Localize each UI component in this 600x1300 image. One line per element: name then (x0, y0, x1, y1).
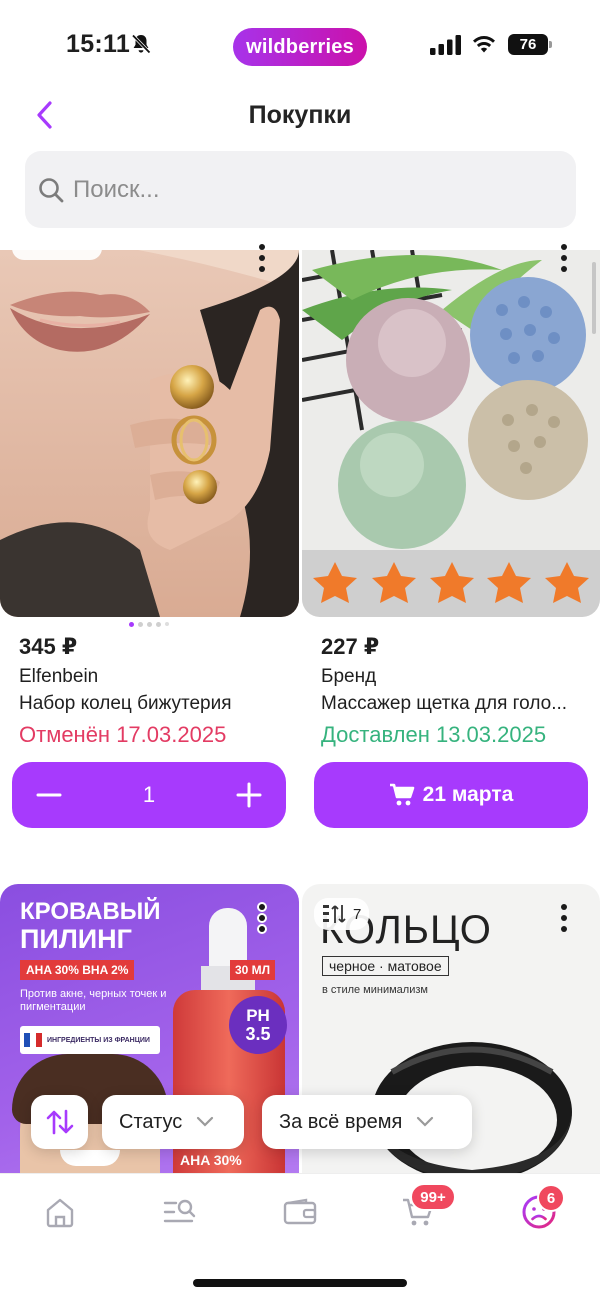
page-title: Покупки (248, 101, 352, 129)
compare-count: 7 (353, 905, 362, 923)
battery-indicator: 76 (508, 34, 552, 55)
search-input[interactable] (73, 175, 543, 204)
sort-button[interactable] (31, 1095, 88, 1149)
quantity-value: 1 (142, 782, 156, 807)
product-image-scalp-massager[interactable] (302, 250, 600, 617)
catalog-search-icon (163, 1199, 196, 1223)
wildberries-logo[interactable]: wildberries (233, 28, 367, 66)
image-badge: AHA 30% BHA 2% (20, 960, 135, 980)
buy-again-button[interactable]: 21 марта (314, 762, 588, 828)
image-headline: КРОВАВЫЙ (20, 898, 161, 925)
order-status-cancelled: Отменён 17.03.2025 (19, 722, 227, 747)
clock: 15:11 (66, 30, 131, 58)
signal-icon (430, 35, 461, 55)
tab-home[interactable] (40, 1192, 80, 1232)
chevron-down-icon (417, 1116, 434, 1127)
image-text: Против акне, черных точек и пигментации (20, 988, 167, 1013)
product-brand[interactable]: Elfenbein (19, 666, 98, 688)
decrease-quantity-button[interactable] (12, 762, 86, 828)
image-text: ИНГРЕДИЕНТЫ ИЗ ФРАНЦИИ (47, 1036, 150, 1044)
product-photo (0, 250, 299, 617)
period-filter-label: За всё время (279, 1110, 403, 1133)
tab-catalog[interactable] (160, 1192, 200, 1232)
product-brand[interactable]: Бренд (321, 666, 376, 688)
product-name[interactable]: Набор колец бижутерия (19, 693, 289, 715)
tab-wallet[interactable] (280, 1192, 320, 1232)
profile-notification-badge: 6 (537, 1184, 565, 1212)
search-bar[interactable] (25, 151, 576, 228)
plus-icon (236, 782, 262, 808)
delivery-date-label: 21 марта (422, 783, 514, 806)
more-options-button[interactable] (247, 238, 277, 278)
product-image-rings[interactable] (0, 250, 299, 617)
status-bar: 15:11 wildberries 76 (0, 0, 600, 90)
image-text: AHA 30% (180, 1152, 242, 1168)
image-text: черное · матовое (322, 956, 449, 976)
home-indicator (193, 1279, 407, 1287)
home-icon (46, 1198, 74, 1228)
more-options-button[interactable] (247, 898, 277, 938)
chevron-down-icon (197, 1116, 214, 1127)
france-flag-badge: ИНГРЕДИЕНТЫ ИЗ ФРАНЦИИ (20, 1026, 160, 1054)
product-photo (302, 250, 600, 617)
minus-icon (36, 793, 62, 797)
image-carousel-dots (129, 622, 169, 627)
more-options-button[interactable] (549, 898, 579, 938)
increase-quantity-button[interactable] (212, 762, 286, 828)
sort-icon (46, 1109, 73, 1135)
cart-icon (389, 783, 414, 806)
image-text: в стиле минимализм (322, 984, 428, 996)
status-filter-dropdown[interactable]: Статус (102, 1095, 244, 1149)
order-status-delivered: Доставлен 13.03.2025 (321, 722, 547, 747)
ph-badge: PH 3.5 (229, 996, 287, 1054)
wallet-icon (283, 1198, 317, 1225)
more-options-button[interactable] (549, 238, 579, 278)
status-filter-label: Статус (119, 1110, 183, 1133)
wifi-icon (473, 36, 495, 53)
image-headline: ПИЛИНГ (20, 924, 132, 954)
compare-badge[interactable]: 7 (314, 898, 370, 930)
search-icon (39, 177, 64, 202)
image-badge: 30 МЛ (230, 960, 276, 980)
muted-bell-icon (131, 34, 151, 54)
compare-badge (12, 250, 102, 260)
cart-count-badge: 99+ (410, 1183, 456, 1211)
product-price: 345 ₽ (19, 634, 78, 659)
image-text: 3.5 (245, 1024, 271, 1044)
image-text: PH (246, 1006, 270, 1025)
compare-icon (323, 905, 346, 923)
product-price: 227 ₽ (321, 634, 380, 659)
product-name[interactable]: Массажер щетка для голо... (321, 693, 583, 715)
quantity-stepper: 1 (12, 762, 286, 828)
period-filter-dropdown[interactable]: За всё время (262, 1095, 472, 1149)
scroll-indicator (592, 262, 596, 334)
